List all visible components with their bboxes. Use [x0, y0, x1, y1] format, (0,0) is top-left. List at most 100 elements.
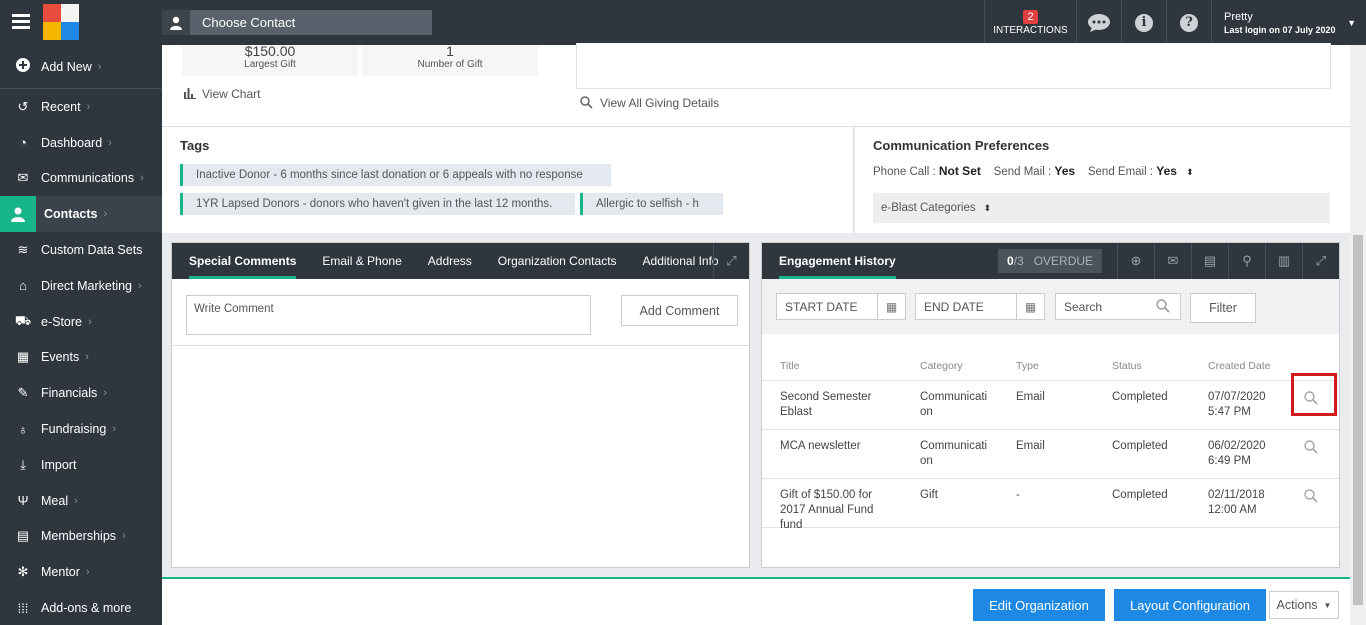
tab-email-phone[interactable]: Email & Phone: [309, 243, 414, 279]
dashboard-icon: ◔: [19, 135, 27, 151]
cell-category: Communicati on: [920, 439, 987, 469]
start-date-input[interactable]: START DATE ▦: [776, 293, 906, 320]
envelope-icon[interactable]: ✉: [1154, 243, 1191, 279]
document-icon[interactable]: ▤: [1191, 243, 1228, 279]
chat-button[interactable]: [1076, 0, 1121, 45]
database-icon: ≋: [17, 242, 29, 258]
sidebar: Add New › ↺ Recent › ◔ Dashboard › ✉ Communicat…: [0, 45, 162, 625]
sidebar-item-recent[interactable]: ↺ Recent ›: [0, 89, 162, 125]
table-row[interactable]: Gift of $150.00 for 2017 Annual Fund fund G…: [762, 479, 1339, 531]
eblast-categories-select[interactable]: e-Blast Categories ⬍: [873, 193, 1330, 223]
comm-prefs-line[interactable]: Phone Call : Not Set Send Mail : Yes Sen…: [873, 164, 1194, 178]
tags-title: Tags: [180, 138, 210, 153]
highlight-box: [1291, 373, 1337, 416]
grid-icon: ⁞⁞⁞: [17, 600, 29, 616]
chevron-right-icon: ›: [108, 136, 112, 149]
overdue-label: OVERDUE: [1033, 254, 1094, 268]
largest-gift-value: $150.00: [244, 43, 296, 59]
filter-button[interactable]: Filter: [1190, 293, 1256, 323]
table-row[interactable]: MCA newsletter Communicati on Email Complete…: [762, 430, 1339, 479]
view-chart-link[interactable]: View Chart: [184, 87, 260, 101]
mail-icon: ✉: [17, 170, 29, 186]
actions-label: Actions: [1276, 598, 1318, 612]
tab-organization-contacts[interactable]: Organization Contacts: [485, 243, 630, 279]
calendar-icon[interactable]: ▦: [877, 294, 905, 319]
sidebar-item-label: Fundraising: [41, 422, 107, 437]
column-header-title: Title: [780, 360, 800, 372]
sidebar-item-events[interactable]: ▦ Events ›: [0, 340, 162, 376]
page-scrollbar[interactable]: [1350, 45, 1366, 625]
interactions-button[interactable]: 2 INTERACTIONS: [984, 0, 1076, 45]
add-circle-icon[interactable]: ⊕: [1117, 243, 1154, 279]
view-all-giving-link[interactable]: View All Giving Details: [580, 96, 719, 110]
actions-dropdown[interactable]: Actions ▼: [1269, 591, 1339, 619]
search-icon[interactable]: [1304, 440, 1318, 454]
sidebar-item-communications[interactable]: ✉ Communications ›: [0, 161, 162, 197]
scrollbar-thumb[interactable]: [1353, 235, 1363, 605]
expand-icon[interactable]: ⤢: [1302, 243, 1339, 279]
search-icon[interactable]: [1304, 489, 1318, 503]
tag-chip[interactable]: Allergic to selfish - h: [580, 193, 723, 215]
sidebar-item-direct-marketing[interactable]: ⌂ Direct Marketing ›: [0, 268, 162, 304]
chevron-right-icon: ›: [97, 60, 102, 73]
user-menu[interactable]: Pretty Last login on 07 July 2020 ▼: [1211, 0, 1366, 45]
sidebar-item-mentor[interactable]: ✻ Mentor ›: [0, 554, 162, 590]
table-row[interactable]: Second Semester Eblast Communicati on Email C…: [762, 373, 1339, 430]
bar-chart-icon: [184, 88, 196, 99]
edit-organization-button[interactable]: Edit Organization: [973, 589, 1105, 621]
sidebar-item-import[interactable]: ⤓ Import: [0, 447, 162, 483]
sidebar-item-label: Custom Data Sets: [41, 243, 143, 258]
sort-icon: ⬍: [1186, 167, 1194, 177]
sidebar-item-add-new[interactable]: Add New ›: [0, 45, 162, 89]
tab-special-comments[interactable]: Special Comments: [172, 243, 309, 279]
cell-title: Gift of $150.00 for 2017 Annual Fund fund: [780, 488, 873, 533]
sidebar-item-e-store[interactable]: ⛟ e-Store ›: [0, 304, 162, 340]
bottom-action-bar: Edit Organization Layout Configuration A…: [162, 577, 1350, 625]
cell-category-line: Gift: [920, 489, 938, 501]
caret-down-icon: ▼: [1323, 600, 1332, 610]
phone-call-value: Not Set: [938, 164, 981, 178]
user-name: Pretty: [1224, 10, 1253, 23]
cutlery-icon: Ψ: [17, 493, 29, 509]
layout-configuration-button[interactable]: Layout Configuration: [1114, 589, 1266, 621]
sidebar-item-dashboard[interactable]: ◔ Dashboard ›: [0, 125, 162, 161]
cell-date-line: 07/07/2020: [1208, 391, 1266, 403]
choose-contact-select[interactable]: Choose Contact: [162, 10, 432, 35]
tag-chip[interactable]: Inactive Donor - 6 months since last don…: [180, 164, 611, 186]
sidebar-item-add-ons-more[interactable]: ⁞⁞⁞ Add-ons & more: [0, 590, 162, 625]
sidebar-item-contacts[interactable]: Contacts ›: [0, 196, 162, 233]
tab-address[interactable]: Address: [415, 243, 485, 279]
sidebar-item-label: Meal: [41, 493, 69, 508]
start-date-placeholder: START DATE: [785, 299, 858, 314]
calendar-icon[interactable]: ▦: [1016, 294, 1044, 319]
info-button[interactable]: i: [1121, 0, 1166, 45]
expand-icon[interactable]: ⤢: [713, 243, 749, 279]
id-card-icon: ▤: [16, 528, 30, 544]
cart-icon: ⛟: [14, 312, 32, 328]
app-logo[interactable]: [43, 4, 79, 40]
overdue-counter[interactable]: 0/3 OVERDUE: [998, 249, 1102, 273]
sidebar-item-meal[interactable]: Ψ Meal ›: [0, 483, 162, 519]
sidebar-item-fundraising[interactable]: ♁ Fundraising ›: [0, 411, 162, 447]
sidebar-item-label: Memberships: [41, 529, 117, 544]
end-date-input[interactable]: END DATE ▦: [915, 293, 1045, 320]
search-icon[interactable]: ⚲: [1228, 243, 1265, 279]
sidebar-item-custom-data-sets[interactable]: ≋ Custom Data Sets: [0, 232, 162, 268]
engagement-search-input[interactable]: Search: [1055, 293, 1181, 320]
help-button[interactable]: ?: [1166, 0, 1211, 45]
sidebar-item-financials[interactable]: ✎ Financials ›: [0, 375, 162, 411]
menu-icon[interactable]: [12, 14, 30, 30]
mentor-icon: ✻: [17, 564, 29, 580]
bank-icon: ⌂: [19, 278, 27, 294]
bar-chart-icon[interactable]: ▥: [1265, 243, 1302, 279]
cell-title-line: fund: [780, 519, 803, 531]
chevron-right-icon: ›: [88, 315, 92, 328]
sidebar-item-memberships[interactable]: ▤ Memberships ›: [0, 519, 162, 555]
tab-engagement-history[interactable]: Engagement History: [762, 243, 909, 279]
write-comment-input[interactable]: Write Comment: [186, 295, 591, 335]
caret-down-icon: ▼: [1347, 18, 1356, 28]
add-comment-button[interactable]: Add Comment: [621, 295, 738, 326]
sidebar-item-label: Financials: [41, 386, 98, 401]
cell-status: Completed: [1112, 440, 1168, 452]
tag-chip[interactable]: 1YR Lapsed Donors - donors who haven't g…: [180, 193, 575, 215]
